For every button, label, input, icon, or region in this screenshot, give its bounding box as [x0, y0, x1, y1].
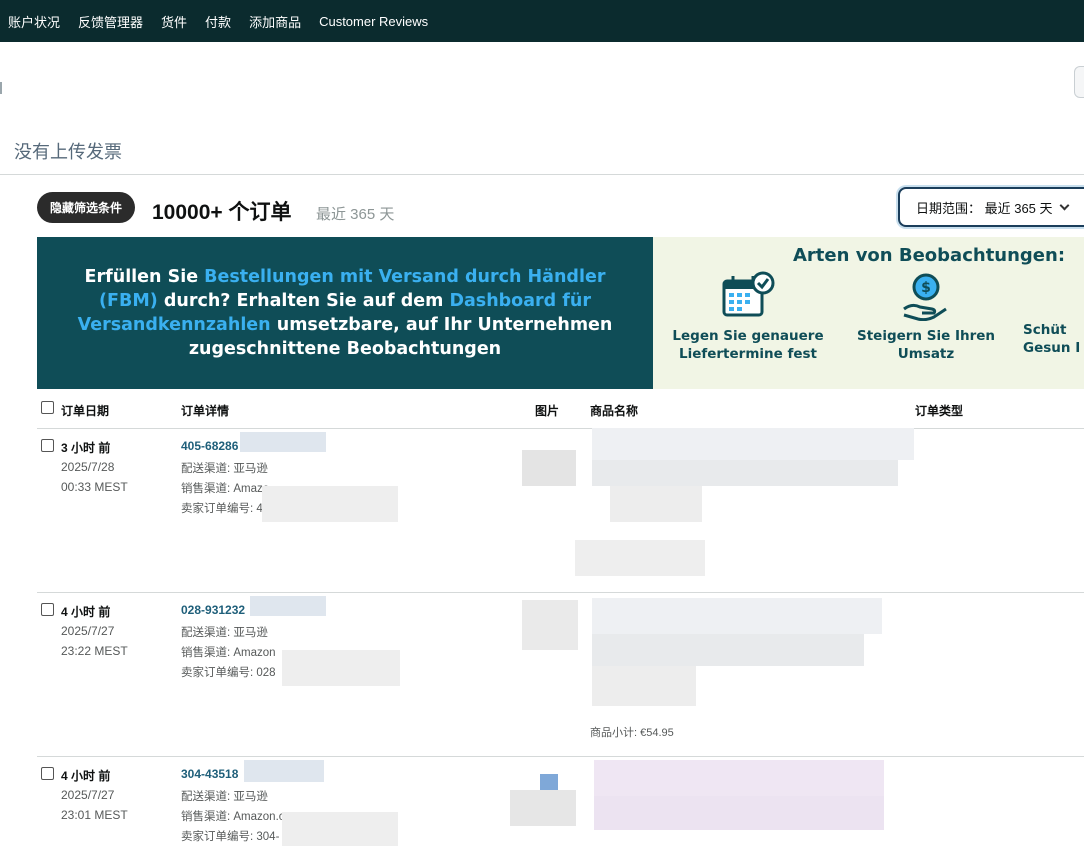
header-divider	[37, 428, 1084, 429]
order-id-link[interactable]: 405-68286	[181, 439, 238, 453]
nav-item-customer-reviews[interactable]: Customer Reviews	[319, 14, 428, 29]
redacted-product-image	[522, 450, 576, 486]
calendar-check-icon	[720, 271, 776, 321]
collapsed-menu-edge[interactable]	[0, 82, 4, 94]
column-header-product-name: 商品名称	[590, 404, 639, 418]
order-id-link[interactable]: 304-43518	[181, 767, 238, 781]
item-subtotal: 商品小计: €54.95	[590, 727, 674, 739]
row-divider	[37, 756, 1084, 757]
nav-item-account-health[interactable]: 账户状况	[8, 12, 60, 31]
side-panel-button[interactable]	[1074, 66, 1084, 98]
observation-delivery-dates: Legen Sie genauere Liefertermine fest	[653, 271, 843, 363]
observation-label: Steigern Sie Ihren Umsatz	[856, 328, 995, 362]
redacted-product-name	[594, 796, 884, 830]
invoice-notice: 没有上传发票	[14, 142, 122, 162]
order-date: 2025/7/27	[61, 788, 115, 802]
order-id-link[interactable]: 028-931232	[181, 603, 245, 617]
row-divider	[37, 592, 1084, 593]
nav-item-shipments[interactable]: 货件	[161, 12, 187, 31]
sales-channel: 销售渠道: Amazon.c	[181, 811, 285, 823]
column-header-order-type: 订单类型	[915, 404, 964, 418]
divider	[0, 174, 1084, 175]
order-age: 4 小时 前	[61, 769, 111, 783]
redacted-product-name	[592, 666, 696, 706]
redacted-product-image	[522, 600, 578, 650]
observation-protect-health: Schüt Gesun I	[1023, 271, 1084, 357]
observation-types-title: Arten von Beobachtungen:	[793, 245, 1066, 266]
date-range-select[interactable]: 日期范围： 最近 365 天	[898, 187, 1084, 227]
date-range-value: 日期范围： 最近 365 天	[916, 200, 1053, 216]
seller-order-id: 卖家订单编号: 028	[181, 667, 276, 679]
redacted-order-id	[244, 760, 324, 782]
redacted-product-name	[592, 598, 882, 634]
row-checkbox[interactable]	[41, 439, 54, 452]
row-checkbox[interactable]	[41, 603, 54, 616]
redacted-product-name	[594, 760, 884, 796]
order-range-label: 最近 365 天	[316, 206, 395, 223]
observation-increase-sales: $ Steigern Sie Ihren Umsatz	[831, 271, 1021, 363]
redacted-product-image	[510, 790, 576, 826]
order-age: 3 小时 前	[61, 441, 111, 455]
chevron-down-icon	[1059, 200, 1069, 210]
nav-item-payments[interactable]: 付款	[205, 12, 231, 31]
redacted-details	[282, 812, 398, 846]
order-date: 2025/7/27	[61, 624, 115, 638]
redacted-product-name	[592, 634, 864, 666]
fulfillment-channel: 配送渠道: 亚马逊	[181, 627, 268, 639]
order-time: 00:33 MEST	[61, 480, 128, 494]
fulfillment-channel: 配送渠道: 亚马逊	[181, 463, 268, 475]
redacted-product-name	[592, 428, 914, 460]
nav-item-add-product[interactable]: 添加商品	[249, 12, 301, 31]
column-header-order-details: 订单详情	[181, 404, 230, 418]
top-nav: 账户状况 反馈管理器 货件 付款 添加商品 Customer Reviews	[0, 0, 1084, 42]
seller-order-id: 卖家订单编号: 4	[181, 503, 263, 515]
observation-label: Schüt Gesun I	[1023, 322, 1081, 356]
redacted-order-id	[240, 432, 326, 452]
fulfillment-channel: 配送渠道: 亚马逊	[181, 791, 268, 803]
row-checkbox[interactable]	[41, 767, 54, 780]
sales-channel: 销售渠道: Amazon	[181, 647, 276, 659]
fbm-dashboard-banner[interactable]: Erfüllen Sie Bestellungen mit Versand du…	[37, 237, 1084, 389]
shield-icon	[1023, 271, 1079, 321]
order-time: 23:01 MEST	[61, 808, 128, 822]
column-header-order-date[interactable]: 订单日期	[61, 402, 109, 419]
redacted-product-name	[592, 460, 898, 486]
svg-text:$: $	[921, 280, 931, 296]
order-count: 10000+ 个订单	[152, 201, 292, 224]
column-header-image: 图片	[535, 404, 560, 418]
nav-item-feedback-manager[interactable]: 反馈管理器	[78, 12, 143, 31]
redacted-details	[282, 650, 400, 686]
seller-order-id: 卖家订单编号: 304-	[181, 831, 280, 843]
observation-label: Legen Sie genauere Liefertermine fest	[672, 328, 824, 362]
order-time: 23:22 MEST	[61, 644, 128, 658]
sales-channel: 销售渠道: Amazo	[181, 483, 270, 495]
observation-types-panel: Arten von Beobachtungen: Legen Sie genau…	[653, 237, 1084, 389]
hide-filters-button[interactable]: 隐藏筛选条件	[37, 192, 136, 223]
order-age: 4 小时 前	[61, 605, 111, 619]
redacted-details	[262, 486, 398, 522]
dollar-hand-icon: $	[898, 271, 954, 322]
order-date: 2025/7/28	[61, 460, 115, 474]
banner-text-part: Erfüllen Sie	[84, 267, 205, 287]
select-all-checkbox[interactable]	[41, 401, 54, 414]
redacted-order-id	[250, 596, 326, 616]
redacted-product-name	[610, 486, 702, 522]
banner-message-panel: Erfüllen Sie Bestellungen mit Versand du…	[37, 237, 653, 389]
banner-message: Erfüllen Sie Bestellungen mit Versand du…	[59, 265, 631, 361]
redacted-product-name	[575, 540, 705, 576]
banner-text-part: durch? Erhalten Sie auf dem	[157, 291, 450, 311]
